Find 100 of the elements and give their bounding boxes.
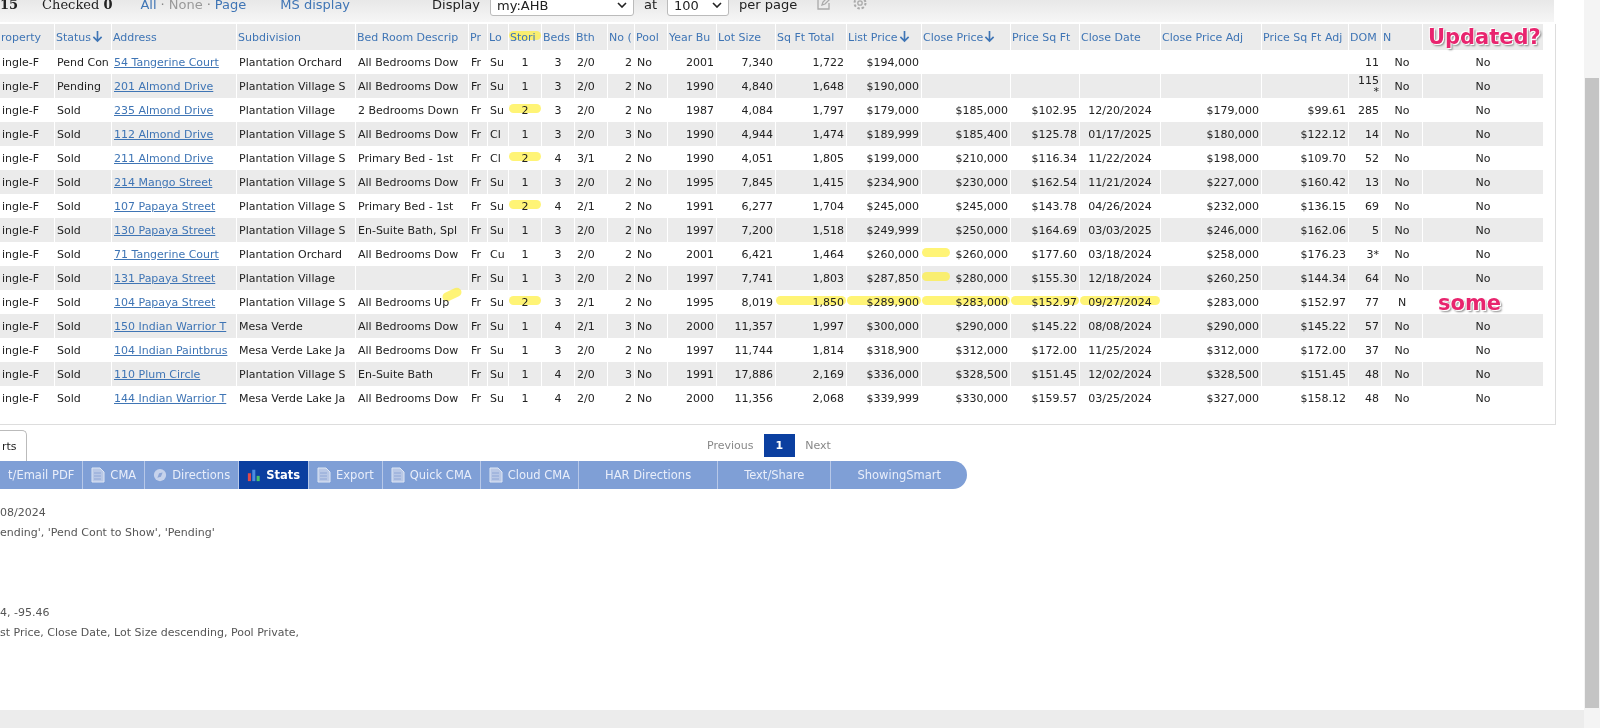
table-cell-text: 2: [624, 198, 633, 215]
table-cell: Plantation Village S: [237, 362, 355, 386]
table-cell: Sold: [55, 122, 111, 146]
column-header[interactable]: Price Sq Ft Adj: [1262, 24, 1348, 50]
address-link[interactable]: 107 Papaya Street: [114, 199, 216, 213]
table-cell-text: 3: [553, 246, 563, 263]
column-header[interactable]: Lo: [488, 24, 508, 50]
page-button[interactable]: 1: [763, 434, 796, 457]
table-cell: 12/02/2024: [1080, 362, 1160, 386]
address-link[interactable]: 144 Indian Warrior T: [114, 391, 227, 405]
table-cell: 3: [542, 74, 574, 98]
column-header[interactable]: Subdivision: [237, 24, 355, 50]
per-page-select[interactable]: 100: [667, 0, 730, 16]
table-cell: 2/0: [575, 170, 607, 194]
table-cell-text: ingle-F: [1, 246, 41, 263]
column-header[interactable]: Year Bu: [668, 24, 716, 50]
address-link[interactable]: 104 Papaya Street: [114, 295, 216, 309]
table-cell-text: Sold: [56, 198, 82, 215]
select-link[interactable]: Page: [214, 0, 247, 12]
select-link[interactable]: All: [140, 0, 157, 12]
action-button[interactable]: Text/Share: [718, 461, 832, 489]
table-cell-text: 1: [520, 246, 530, 263]
address-link[interactable]: 235 Almond Drive: [114, 103, 214, 117]
address-link[interactable]: 54 Tangerine Court: [114, 55, 219, 69]
table-cell: All Bedrooms Dow: [356, 122, 468, 146]
table-cell-text: $159.57: [1030, 390, 1078, 407]
table-cell-text: 1,722: [811, 54, 845, 71]
table-cell: 08/08/2024: [1080, 314, 1160, 338]
table-cell: Sold: [55, 218, 111, 242]
column-header[interactable]: List Price: [847, 24, 921, 50]
column-header[interactable]: Close Date: [1080, 24, 1160, 50]
table-cell: ingle-F: [0, 266, 54, 290]
column-header[interactable]: Address: [112, 24, 236, 50]
table-cell: 3: [542, 266, 574, 290]
table-cell-text: Fr: [470, 294, 483, 311]
column-header[interactable]: roperty: [0, 24, 54, 50]
table-cell: $151.45: [1011, 362, 1079, 386]
column-header[interactable]: Lot Size: [717, 24, 775, 50]
table-cell-text: Fr: [470, 342, 483, 359]
next-link[interactable]: Next: [805, 439, 831, 452]
table-cell-text: 11/22/2024: [1087, 150, 1153, 167]
table-cell-text: Plantation Village S: [238, 150, 347, 167]
table-cell: 1990: [668, 122, 716, 146]
column-header[interactable]: Pr: [469, 24, 487, 50]
action-button[interactable]: Quick CMA: [382, 461, 481, 489]
table-cell-text: No: [1393, 198, 1411, 215]
column-header[interactable]: Bed Room Descrip: [356, 24, 468, 50]
table-cell-text: ingle-F: [1, 342, 41, 359]
action-button[interactable]: Cloud CMA: [480, 461, 579, 489]
table-cell-text: 8,019: [740, 294, 774, 311]
action-button[interactable]: ShowingSmart: [831, 461, 968, 489]
table-cell-text: 2/0: [576, 54, 596, 71]
table-cell-text: $245,000: [865, 198, 920, 215]
table-cell-text: 3: [553, 342, 563, 359]
table-cell-text: ingle-F: [1, 150, 41, 167]
scrollbar-thumb[interactable]: [1585, 78, 1599, 708]
table-cell: $234,900: [847, 170, 921, 194]
column-header[interactable]: Close Price: [922, 24, 1010, 50]
address-link[interactable]: 104 Indian Paintbrus: [114, 343, 228, 357]
column-header[interactable]: N: [1382, 24, 1422, 50]
sort-arrow-icon: [898, 30, 910, 43]
tab[interactable]: rts: [0, 430, 27, 461]
column-header[interactable]: No (: [608, 24, 634, 50]
table-cell-text: $339,999: [865, 390, 920, 407]
column-header[interactable]: Beds: [542, 24, 574, 50]
address-link[interactable]: 211 Almond Drive: [114, 151, 214, 165]
address-link[interactable]: 71 Tangerine Court: [114, 247, 219, 261]
table-cell: 1,803: [776, 266, 846, 290]
column-header[interactable]: Close Price Adj: [1161, 24, 1261, 50]
column-header[interactable]: Bth: [575, 24, 607, 50]
caret-icon: [712, 2, 723, 8]
table-cell: 1: [509, 170, 541, 194]
action-button[interactable]: Export: [309, 461, 383, 489]
column-header[interactable]: DOM: [1349, 24, 1381, 50]
column-header[interactable]: Status: [55, 24, 111, 50]
table-cell-text: Fr: [470, 198, 483, 215]
table-cell: $164.69: [1011, 218, 1079, 242]
column-header[interactable]: Price Sq Ft: [1011, 24, 1079, 50]
table-cell-text: $194,000: [865, 54, 920, 71]
action-button[interactable]: HAR Directions: [579, 461, 719, 489]
table-cell-text: No: [1393, 390, 1411, 407]
column-header[interactable]: Sq Ft Total: [776, 24, 846, 50]
table-cell: $246,000: [1161, 218, 1261, 242]
table-cell: No: [635, 122, 667, 146]
table-cell-text: 11,744: [733, 342, 774, 359]
table-cell-text: $136.15: [1299, 198, 1347, 215]
ms-display-link[interactable]: MS display: [280, 0, 351, 12]
table-cell: $328,500: [1161, 362, 1261, 386]
action-button[interactable]: t/Email PDF: [0, 461, 84, 489]
action-button[interactable]: Stats: [239, 461, 310, 489]
column-header[interactable]: Stori: [509, 24, 541, 50]
table-cell: $145.22: [1011, 314, 1079, 338]
document-icon: [390, 467, 405, 483]
action-button[interactable]: CMA: [83, 461, 146, 489]
column-header[interactable]: Pool: [635, 24, 667, 50]
display-select[interactable]: my:AHB: [489, 0, 634, 16]
table-cell: No: [1382, 122, 1422, 146]
table-cell-text: All Bedrooms Dow: [357, 342, 460, 359]
previous-link[interactable]: Previous: [707, 439, 754, 452]
table-cell: 1,415: [776, 170, 846, 194]
